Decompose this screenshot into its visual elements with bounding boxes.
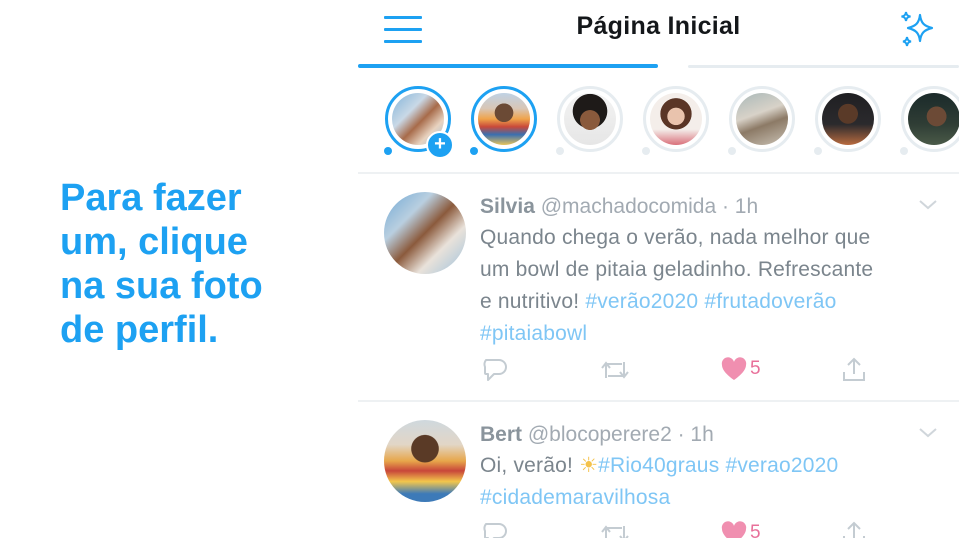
hashtag-link[interactable]: #verão2020: [585, 290, 698, 313]
caption-line: de perfil.: [60, 309, 219, 351]
tweet-header: Silvia @machadocomida · 1h: [480, 195, 758, 219]
like-button[interactable]: 5: [720, 520, 780, 538]
divider: [358, 400, 959, 402]
tweet-author-name[interactable]: Silvia: [480, 195, 535, 218]
fleet-photo: [908, 93, 959, 145]
hashtag-link[interactable]: #Rio40graus: [598, 454, 719, 477]
fleet-own-avatar[interactable]: +: [384, 86, 454, 159]
reply-icon[interactable]: [480, 356, 508, 386]
tweet-text-span: e nutritivo!: [480, 290, 586, 313]
tweet-text-line: e nutritivo! #verão2020 #frutadoverão: [480, 286, 950, 318]
retweet-icon[interactable]: [598, 356, 632, 386]
tweet-text-line: #cidademaravilhosa: [480, 482, 950, 514]
instruction-caption: Para fazer um, clique na sua foto de per…: [60, 176, 350, 352]
top-bar: Página Inicial: [358, 0, 959, 66]
caption-line: um, clique: [60, 221, 248, 263]
fleet-avatar[interactable]: [556, 86, 623, 155]
fleet-bubble-dot: [900, 147, 908, 155]
tweet-text-line: #pitaiabowl: [480, 318, 950, 350]
tweet-header: Bert @blocoperere2 · 1h: [480, 423, 714, 447]
fleet-bubble-dot: [642, 147, 650, 155]
sun-emoji-icon: ☀: [579, 454, 599, 477]
tweet-actions: 5: [480, 356, 959, 386]
fleet-bubble-dot: [556, 147, 564, 155]
reply-icon[interactable]: [480, 520, 508, 538]
fleets-row: +: [358, 86, 959, 162]
fleet-avatar[interactable]: [642, 86, 709, 155]
tweet-author-handle[interactable]: @machadocomida: [541, 195, 716, 218]
tweet-text-line: Quando chega o verão, nada melhor que: [480, 226, 871, 249]
retweet-icon[interactable]: [598, 520, 632, 538]
share-icon[interactable]: [840, 356, 868, 386]
hashtag-link[interactable]: #frutadoverão: [704, 290, 836, 313]
fleet-avatar[interactable]: [728, 86, 795, 155]
tab-indicator: [358, 64, 959, 69]
hashtag-link[interactable]: #cidademaravilhosa: [480, 486, 670, 509]
fleet-bubble-dot: [384, 147, 392, 155]
fleet-photo: [650, 93, 702, 145]
tweet-text-span: Oi, verão!: [480, 454, 580, 477]
fleet-photo: [478, 93, 530, 145]
fleet-avatar[interactable]: [900, 86, 959, 155]
divider: [358, 172, 959, 174]
heart-icon: [721, 357, 747, 380]
tweet-avatar[interactable]: [384, 420, 466, 502]
tweet-text: Oi, verão! ☀#Rio40graus #verao2020 #cida…: [480, 450, 950, 514]
tweet-author-handle[interactable]: @blocoperere2: [528, 423, 672, 446]
fleet-avatar[interactable]: [814, 86, 881, 155]
fleet-bubble-dot: [728, 147, 736, 155]
fleet-bubble-dot: [814, 147, 822, 155]
like-count: 5: [750, 358, 761, 379]
like-count: 5: [750, 522, 761, 538]
chevron-down-icon[interactable]: [918, 198, 938, 212]
caption-line: Para fazer: [60, 177, 242, 219]
twitter-home-screen: Página Inicial + Silvia @machadocomida ·…: [358, 0, 959, 538]
tweet-timestamp: · 1h: [721, 195, 759, 218]
fleet-photo: [564, 93, 616, 145]
tweet-timestamp: · 1h: [677, 423, 714, 446]
hashtag-link[interactable]: #verao2020: [725, 454, 838, 477]
tweet[interactable]: Bert @blocoperere2 · 1h Oi, verão! ☀#Rio…: [358, 418, 959, 538]
fleet-photo: [736, 93, 788, 145]
add-fleet-plus-icon[interactable]: +: [426, 131, 454, 159]
fleet-photo: [822, 93, 874, 145]
tweet-text-line: um bowl de pitaia geladinho. Refrescante: [480, 258, 874, 281]
hashtag-link[interactable]: #pitaiabowl: [480, 322, 587, 345]
tweet[interactable]: Silvia @machadocomida · 1h Quando chega …: [358, 190, 959, 400]
share-icon[interactable]: [840, 520, 868, 538]
tweet-actions: 5: [480, 520, 959, 538]
tab-other-indicator[interactable]: [688, 65, 959, 68]
tweet-text: Quando chega o verão, nada melhor que um…: [480, 222, 950, 350]
fleet-bubble-dot: [470, 147, 478, 155]
caption-line: na sua foto: [60, 265, 263, 307]
tab-home-indicator[interactable]: [358, 64, 658, 68]
fleet-avatar[interactable]: [470, 86, 537, 155]
page-title: Página Inicial: [576, 12, 741, 40]
like-button[interactable]: 5: [720, 356, 780, 386]
chevron-down-icon[interactable]: [918, 426, 938, 440]
heart-icon: [721, 521, 747, 538]
tweet-avatar[interactable]: [384, 192, 466, 274]
sparkle-icon[interactable]: [898, 10, 938, 50]
tweet-author-name[interactable]: Bert: [480, 423, 522, 446]
tweet-text-line: Oi, verão! ☀#Rio40graus #verao2020: [480, 450, 950, 482]
